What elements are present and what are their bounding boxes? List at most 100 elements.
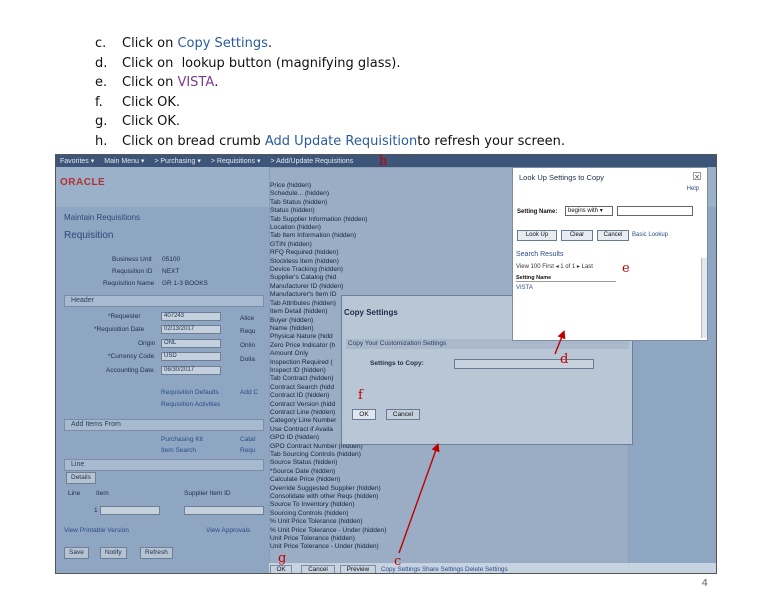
item-search-link[interactable]: Item Search	[161, 447, 196, 454]
maintain-requisitions-link[interactable]: Maintain Requisitions	[64, 213, 140, 222]
requisition-activities-link[interactable]: Requisition Activities	[161, 401, 220, 408]
field-list-item[interactable]: Price (hidden)	[270, 182, 410, 190]
copy-ok-button[interactable]: OK	[352, 409, 376, 420]
menu-requisitions[interactable]: > Requisitions ▾	[211, 157, 261, 165]
results-pager[interactable]: View 100 First ◂ 1 of 1 ▸ Last	[516, 263, 593, 270]
field-list-item[interactable]: Source Status (hidden)	[270, 459, 410, 467]
look-up-button[interactable]: Look Up	[517, 230, 557, 241]
business-unit-label: Business Unit	[112, 256, 152, 263]
field-list-item[interactable]: Schedule... (hidden)	[270, 190, 410, 198]
field-list-item[interactable]: Consolidate with other Reqs (hidden)	[270, 493, 410, 501]
field-list-item[interactable]: % Unit Price Tolerance (hidden)	[270, 518, 410, 526]
add-comments-link[interactable]: Add C	[240, 389, 258, 396]
menu-purchasing[interactable]: > Purchasing ▾	[154, 157, 201, 165]
field-list-item[interactable]: GTIN (hidden)	[270, 241, 410, 249]
bottom-cancel-button[interactable]: Cancel	[301, 565, 335, 573]
requisition-defaults-link[interactable]: Requisition Defaults	[161, 389, 219, 396]
requisition-id-value: NEXT	[162, 268, 180, 275]
field-list-item[interactable]: Status (hidden)	[270, 207, 410, 215]
origin-field[interactable]: ONL	[161, 339, 221, 348]
field-list-item[interactable]: Tab Sourcing Controls (hidden)	[270, 451, 410, 459]
step-f: f. Click OK.	[95, 94, 180, 110]
field-list-item[interactable]: RFQ Required (hidden)	[270, 249, 410, 257]
menu-main[interactable]: Main Menu ▾	[104, 157, 144, 165]
lookup-title: Look Up Settings to Copy	[519, 173, 605, 182]
notify-button[interactable]: Notify	[100, 547, 127, 559]
chevron-down-icon: ▾	[599, 208, 603, 214]
request-link[interactable]: Requ	[240, 447, 256, 454]
settings-to-copy-input[interactable]	[454, 359, 594, 369]
catalog-link[interactable]: Catal	[240, 436, 255, 443]
requester-label: *Requester	[108, 313, 141, 320]
field-list-item[interactable]: *Source Date (hidden)	[270, 468, 410, 476]
currency-desc-text: Dolla	[240, 356, 255, 363]
add-items-from-section: Add Items From	[64, 419, 264, 431]
requisition-date-field[interactable]: 02/13/2017	[161, 325, 221, 334]
help-link[interactable]: Help	[687, 186, 699, 192]
line-number: 1	[94, 507, 98, 514]
field-list-item[interactable]: % Unit Price Tolerance - Under (hidden)	[270, 527, 410, 535]
step-e: e. Click on VISTA.	[95, 75, 219, 90]
step-g: g. Click OK.	[95, 114, 180, 129]
currency-code-field[interactable]: USD	[161, 352, 221, 361]
accounting-date-label: Accounting Date	[106, 367, 154, 374]
vista-result-link[interactable]: VISTA	[516, 285, 533, 291]
field-list-item[interactable]: Unit Price Tolerance (hidden)	[270, 535, 410, 543]
annotation-h: h	[379, 154, 388, 169]
annotation-f: f	[358, 388, 363, 403]
setting-name-input[interactable]	[617, 206, 693, 216]
details-tab[interactable]: Details	[66, 472, 96, 484]
field-list-item[interactable]: Source To Inventory (hidden)	[270, 501, 410, 509]
page-title: Requisition	[64, 230, 114, 241]
lookup-scrollbar[interactable]	[701, 258, 707, 338]
business-unit-value: 05100	[162, 256, 181, 263]
origin-desc-text: Onlin	[240, 342, 256, 349]
field-list-item[interactable]: Tab Supplier Information (hidden)	[270, 216, 410, 224]
field-list-item[interactable]: Manufacturer ID (hidden)	[270, 283, 410, 291]
field-list-item[interactable]: Device Tracking (hidden)	[270, 266, 410, 274]
line-section: Line	[64, 459, 264, 471]
instruction-list: c. Click on Copy Settings. d. Click on loo…	[95, 34, 565, 151]
field-list-item[interactable]: Sourcing Controls (hidden)	[270, 510, 410, 518]
requester-field[interactable]: 407243	[161, 312, 221, 321]
copy-settings-title: Copy Settings	[344, 308, 398, 317]
field-list-item[interactable]: Calculate Price (hidden)	[270, 476, 410, 484]
basic-lookup-link[interactable]: Basic Lookup	[632, 232, 668, 238]
view-approvals-link[interactable]: View Approvals	[206, 527, 250, 534]
lookup-cancel-button[interactable]: Cancel	[597, 230, 629, 241]
requisition-name-label: Requisition Name	[103, 280, 155, 287]
requisition-date-label: *Requisition Date	[94, 326, 145, 333]
supplier-item-column-header: Supplier Item ID	[184, 490, 231, 497]
annotation-c: c	[394, 554, 402, 569]
field-list-item[interactable]: Location (hidden)	[270, 224, 410, 232]
refresh-button[interactable]: Refresh	[140, 547, 173, 559]
accounting-date-field[interactable]: 06/30/2017	[161, 366, 221, 375]
settings-to-copy-label: Settings to Copy:	[370, 360, 424, 367]
item-field[interactable]	[100, 506, 160, 515]
header-section[interactable]: Header	[64, 295, 264, 307]
clear-button[interactable]: Clear	[561, 230, 593, 241]
peoplesoft-screenshot: Favorites ▾ Main Menu ▾ > Purchasing ▾ >…	[55, 154, 717, 574]
begins-with-select[interactable]: begins with ▾	[565, 206, 613, 216]
field-list-item[interactable]: Unit Price Tolerance - Under (hidden)	[270, 543, 410, 551]
preview-button[interactable]: Preview	[340, 565, 376, 573]
field-list-item[interactable]: Tab Item Information (hidden)	[270, 232, 410, 240]
breadcrumb-add-update-requisitions[interactable]: > Add/Update Requisitions	[270, 158, 353, 165]
purchasing-kit-link[interactable]: Purchasing Kit	[161, 436, 203, 443]
field-list-item[interactable]: Override Suggested Supplier (hidden)	[270, 485, 410, 493]
save-button[interactable]: Save	[64, 547, 89, 559]
requisition-name-value: GR 1-3 BOOKS	[162, 280, 208, 287]
field-list-item[interactable]: Supplier's Catalog (hid	[270, 274, 410, 282]
copy-cancel-button[interactable]: Cancel	[386, 409, 420, 420]
menu-favorites[interactable]: Favorites ▾	[60, 157, 94, 165]
bottom-ok-button[interactable]: OK	[270, 565, 292, 573]
view-printable-link[interactable]: View Printable Version	[64, 527, 129, 534]
requester-name-text: Alice	[240, 315, 255, 322]
line-column-header: Line	[68, 490, 81, 497]
field-list-item[interactable]: Tab Status (hidden)	[270, 199, 410, 207]
setting-name-label: Setting Name:	[517, 209, 558, 215]
supplier-item-field[interactable]	[184, 506, 264, 515]
field-list-item[interactable]: Stockless Item (hidden)	[270, 258, 410, 266]
setting-name-column-header: Setting Name	[516, 275, 616, 282]
close-icon[interactable]: ×	[693, 172, 701, 181]
